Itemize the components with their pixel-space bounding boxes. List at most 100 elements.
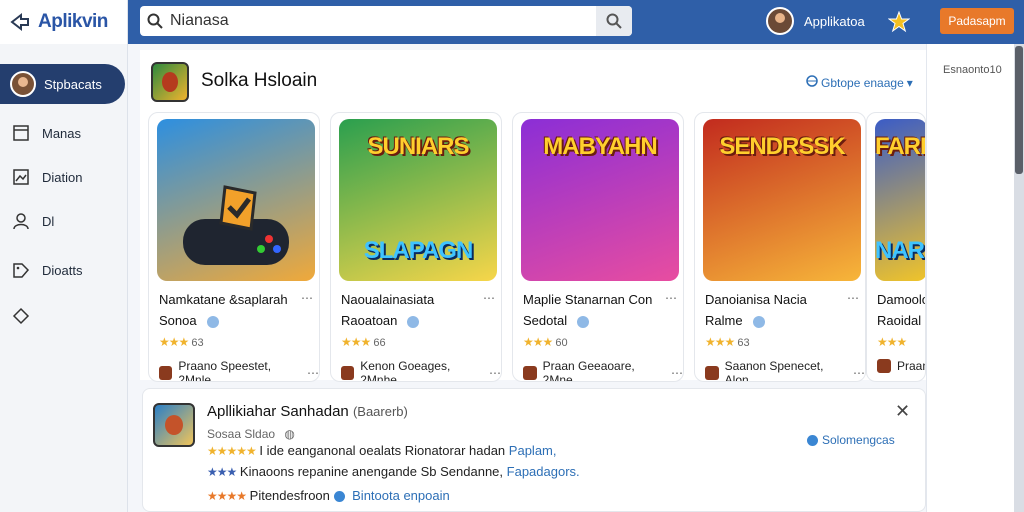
more-options-icon[interactable]: ⋯ (301, 291, 313, 305)
cover-subtitle: NARB (875, 237, 925, 264)
info-icon (807, 435, 818, 447)
detail-line-text: Kinaoons repanine anengande Sb Sendanne, (239, 464, 504, 479)
detail-action-link[interactable]: Solomengcas (807, 433, 895, 447)
more-options-icon[interactable]: ⋯ (665, 291, 677, 305)
app-cover-image[interactable] (157, 119, 315, 281)
sidebar-item-manas[interactable]: Manas (0, 113, 128, 153)
app-cover-image[interactable]: SUNIARS SLAPAGN (339, 119, 497, 281)
rating-stars: ★★★ (207, 465, 237, 479)
verified-icon (577, 315, 590, 328)
app-subtitle: Raoidal (877, 313, 922, 328)
app-rating: ★★★ 63 (159, 335, 204, 349)
more-options-icon[interactable]: ⋯ (307, 366, 319, 380)
app-meta-text: Kenon Goeages, 2Mnhe (360, 359, 451, 382)
app-meta-text: Praan (897, 359, 926, 373)
primary-action-button[interactable]: Padasapm (940, 8, 1014, 34)
app-card[interactable]: Namkatane &saplarah Sonoa ⋯ ★★★ 63 Praano Sp… (148, 112, 320, 382)
sidebar-item-dioatts[interactable]: Dioatts (0, 250, 128, 290)
gamepad-icon (183, 185, 289, 265)
app-rating: ★★★ (877, 335, 907, 349)
right-panel-label: Esnaonto10 (943, 64, 1002, 76)
app-meta: Saanon Spenecet, Alon ⋯ (705, 359, 865, 382)
detail-subtitle-text: Sosaa Sldao (207, 427, 276, 441)
publisher-icon (523, 366, 537, 380)
detail-line-text: I ide eanganonal oealats Rionatorar hada… (259, 443, 506, 458)
sidebar-item-more[interactable] (0, 296, 128, 336)
sidebar-item-dl[interactable]: Dl (0, 201, 128, 241)
app-rating: ★★★ 63 (705, 335, 750, 349)
cover-subtitle: SLAPAGN (363, 237, 474, 264)
more-options-icon[interactable]: ⋯ (853, 366, 865, 380)
section-link-label: Gbtope enaage (821, 75, 904, 90)
diamond-icon (10, 305, 32, 327)
detail-link[interactable]: Fapadagors. (507, 464, 580, 479)
rating-count: 66 (373, 337, 386, 349)
rating-stars: ★★★ (705, 335, 735, 349)
user-name: Applikatoa (804, 13, 865, 29)
app-title-line: Namkatane &saplarah (159, 292, 288, 307)
app-meta-text: Praan Geeaoare, 2Mne (542, 359, 635, 382)
app-cover-image[interactable]: FAREB NARB (875, 119, 925, 281)
rating-count: 60 (555, 337, 568, 349)
tag-icon (10, 259, 32, 281)
scrollbar-thumb[interactable] (1015, 46, 1023, 174)
detail-action-label: Solomengcas (822, 433, 895, 447)
app-title-line: Maplie Stanarnan Con (523, 292, 653, 307)
app-card[interactable]: SENDRSSK Danoianisa Nacia Ralme ⋯ ★★★ 63 Saan… (694, 112, 866, 382)
detail-line-text: Pitendesfroon (249, 488, 330, 503)
brand[interactable]: Aplikvin (0, 0, 128, 44)
avatar[interactable] (766, 7, 794, 35)
image-icon (10, 166, 32, 188)
publisher-icon (341, 366, 355, 380)
scrollbar[interactable] (1014, 44, 1024, 512)
user-menu[interactable]: Applikatoa (766, 7, 865, 35)
sidebar-item-diation[interactable]: Diation (0, 157, 128, 197)
app-rating: ★★★ 66 (341, 335, 386, 349)
sidebar-item-label: Dioatts (42, 262, 83, 278)
search-button[interactable] (596, 6, 632, 36)
sidebar-item-label: Diation (42, 169, 83, 185)
detail-link[interactable]: Paplam, (509, 443, 557, 458)
app-cover-image[interactable]: SENDRSSK (703, 119, 861, 281)
app-card-title: Danoianisa Nacia Ralme (705, 289, 855, 331)
more-options-icon[interactable]: ⋯ (483, 291, 495, 305)
app-subtitle: Raoatoan (341, 313, 398, 328)
app-card-title: Naoualainasiata Raoatoan (341, 289, 491, 331)
rating-stars: ★★★★ (207, 489, 247, 503)
book-icon (10, 122, 32, 144)
app-card[interactable]: SUNIARS SLAPAGN Naoualainasiata Raoatoan ⋯ ★★… (330, 112, 502, 382)
more-options-icon[interactable]: ⋯ (489, 366, 501, 380)
sidebar-item-label: Dl (42, 213, 55, 229)
star-badge-icon[interactable] (886, 9, 912, 35)
app-card-title: Maplie Stanarnan Con Sedotal (523, 289, 673, 331)
menu-arrow-icon[interactable] (8, 10, 32, 34)
rating-count: 63 (737, 337, 750, 349)
publisher-icon (877, 359, 891, 373)
app-card-title: Damoolo Raoidal (877, 289, 925, 331)
more-options-icon[interactable]: ⋯ (847, 291, 859, 305)
sidebar-item-profile[interactable]: Stpbacats (0, 64, 125, 104)
rating-stars: ★★★ (523, 335, 553, 349)
app-icon (153, 403, 195, 447)
app-subtitle: Sonoa (159, 313, 197, 328)
cover-title: FAREB (875, 133, 925, 160)
cover-title: SUNIARS (367, 133, 469, 160)
rating-stars: ★★★ (341, 335, 371, 349)
search-input[interactable] (170, 7, 596, 35)
person-icon (10, 210, 32, 232)
globe-icon (806, 75, 818, 90)
section-link[interactable]: Gbtope enaage ▾ (806, 75, 913, 90)
publisher-icon (705, 366, 719, 380)
detail-link[interactable]: Bintoota enpoain (352, 488, 450, 503)
cover-title: MABYAHN (543, 133, 657, 160)
search-bar[interactable] (140, 6, 632, 36)
app-meta-text: Saanon Spenecet, Alon (724, 359, 824, 382)
app-card[interactable]: MABYAHN Maplie Stanarnan Con Sedotal ⋯ ★★★ 6… (512, 112, 684, 382)
app-cover-image[interactable]: MABYAHN (521, 119, 679, 281)
app-detail-panel: Apllikiahar Sanhadan (Baarerb) Sosaa Sld… (142, 388, 926, 512)
more-options-icon[interactable]: ⋯ (671, 366, 683, 380)
app-card[interactable]: FAREB NARB Damoolo Raoidal ★★★ Praan (866, 112, 926, 382)
close-icon[interactable]: ✕ (895, 401, 910, 422)
app-rating: ★★★ 60 (523, 335, 568, 349)
sidebar: Stpbacats Manas Diation Dl Dioatts (0, 44, 128, 512)
